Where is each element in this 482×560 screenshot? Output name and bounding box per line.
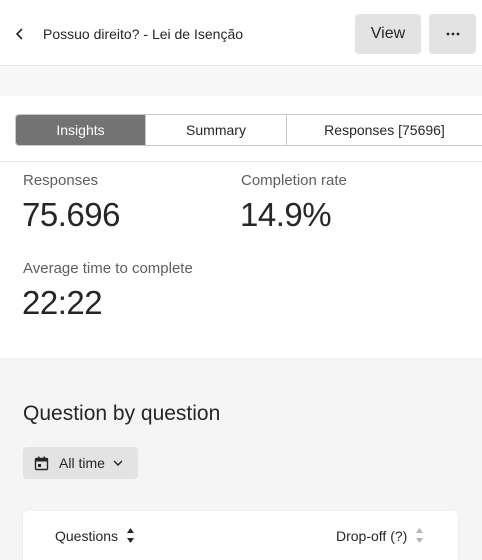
dropoff-header-label: Drop-off (?): [336, 527, 408, 544]
questions-table: Questions Drop-off (?): [23, 511, 458, 560]
questions-header-label: Questions: [55, 527, 119, 544]
chevron-left-icon: [15, 28, 23, 40]
time-filter-dropdown[interactable]: All time: [23, 447, 138, 479]
view-button[interactable]: View: [355, 14, 421, 54]
header-spacer: [0, 66, 482, 96]
sort-icon: [127, 528, 135, 543]
completion-rate-label: Completion rate: [241, 172, 347, 189]
sort-icon: [416, 528, 424, 543]
more-options-button[interactable]: [429, 14, 476, 54]
back-button[interactable]: [6, 20, 34, 48]
results-tabs-bar: Insights Summary Responses [75696]: [0, 96, 482, 162]
responses-value: 75.696: [22, 196, 120, 233]
results-tabs: Insights Summary Responses [75696]: [15, 114, 482, 146]
dropoff-column-header[interactable]: Drop-off (?): [336, 527, 424, 544]
responses-label: Responses: [23, 172, 99, 189]
avg-time-value: 22:22: [22, 284, 103, 321]
tab-insights[interactable]: Insights: [16, 115, 146, 145]
metrics-panel: Responses 75.696 Completion rate 14.9% A…: [0, 162, 482, 358]
avg-time-label: Average time to complete: [23, 260, 193, 277]
time-filter-label: All time: [59, 455, 105, 471]
chevron-down-icon: [113, 460, 123, 466]
questions-column-header[interactable]: Questions: [55, 527, 135, 544]
section-title: Question by question: [23, 402, 221, 425]
form-title: Possuo direito? - Lei de Isenção: [43, 26, 244, 42]
tab-summary[interactable]: Summary: [146, 115, 287, 145]
calendar-icon: [34, 456, 49, 470]
header-bar: Possuo direito? - Lei de Isenção View: [0, 0, 482, 66]
ellipsis-icon: [446, 32, 459, 36]
completion-rate-value: 14.9%: [240, 196, 332, 233]
tab-responses[interactable]: Responses [75696]: [287, 115, 482, 145]
question-by-question-section: Question by question All time Questions …: [0, 358, 482, 560]
